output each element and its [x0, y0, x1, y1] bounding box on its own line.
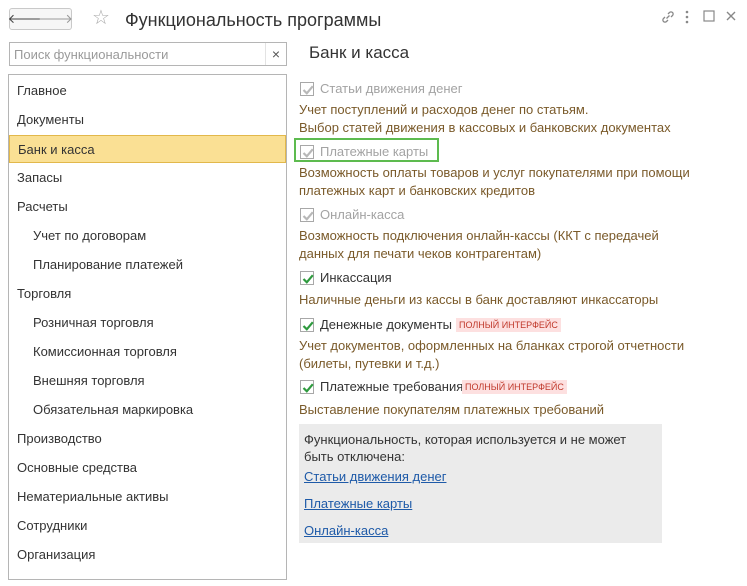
sidebar-item-label: Главное: [17, 83, 67, 98]
clear-search-button[interactable]: ×: [265, 43, 286, 65]
full-interface-badge: ПОЛНЫЙ ИНТЕРФЕЙС: [456, 318, 561, 332]
sidebar-item-label: Банк и касса: [18, 142, 95, 157]
maximize-icon[interactable]: [702, 9, 716, 28]
more-vertical-icon[interactable]: [684, 9, 690, 30]
sidebar-item[interactable]: Банк и касса: [9, 135, 286, 163]
sidebar-item-label: Нематериальные активы: [17, 489, 169, 504]
info-link-platezhnye-karty[interactable]: Платежные карты: [304, 495, 412, 513]
checkmark-icon: [302, 85, 314, 95]
sidebar-item[interactable]: Главное: [9, 77, 286, 105]
sidebar-item[interactable]: Производство: [9, 425, 286, 453]
option-label: Платежные требования: [320, 379, 464, 394]
sidebar-item[interactable]: Комиссионная торговля: [9, 338, 286, 366]
sidebar-item-label: Основные средства: [17, 460, 137, 475]
sidebar-item-label: Запасы: [17, 170, 63, 185]
option-description: Наличные деньги из кассы в банк доставля…: [299, 292, 659, 307]
sidebar-item[interactable]: Торговля: [9, 280, 286, 308]
option-description: Выбор статей движения в кассовых и банко…: [299, 120, 671, 135]
arrow-right-icon: 🡒: [38, 11, 73, 26]
info-link-online-kassa[interactable]: Онлайн-касса: [304, 522, 388, 540]
sidebar-item[interactable]: Учет по договорам: [9, 222, 286, 250]
option-description: Возможность оплаты товаров и услуг покуп…: [299, 165, 690, 180]
option-description: (билеты, путевки и т.д.): [299, 356, 440, 371]
option-description: Учет поступлений и расходов денег по ста…: [299, 102, 589, 117]
sidebar-item[interactable]: Обязательная маркировка: [9, 396, 286, 424]
option-checkbox[interactable]: [300, 318, 314, 332]
close-icon: ×: [271, 46, 281, 62]
sidebar-item[interactable]: Нематериальные активы: [9, 483, 286, 511]
full-interface-badge: ПОЛНЫЙ ИНТЕРФЕЙС: [462, 380, 567, 394]
sidebar-item[interactable]: Планирование платежей: [9, 251, 286, 279]
info-box: Функциональность, которая используется и…: [299, 424, 662, 543]
option-description: Выставление покупателям платежных требов…: [299, 402, 605, 417]
sidebar-item-label: Обязательная маркировка: [33, 402, 194, 417]
sidebar-item[interactable]: Документы: [9, 106, 286, 134]
sidebar-item[interactable]: Организация: [9, 541, 286, 569]
link-icon[interactable]: [660, 9, 676, 30]
option-label: Онлайн-касса: [320, 207, 405, 222]
sidebar-item[interactable]: Розничная торговля: [9, 309, 286, 337]
sidebar-item[interactable]: Расчеты: [9, 193, 286, 221]
option-description: платежных карт и банковских кредитов: [299, 183, 535, 198]
checkmark-icon: [302, 211, 314, 221]
back-button[interactable]: 🡐: [8, 8, 42, 30]
option-checkbox[interactable]: [300, 380, 314, 394]
checkmark-icon: [302, 148, 314, 158]
search-input[interactable]: [14, 45, 264, 63]
sidebar-item[interactable]: Сотрудники: [9, 512, 286, 540]
info-text: Функциональность, которая используется и…: [304, 432, 627, 464]
option-checkbox[interactable]: [300, 271, 314, 285]
option-label: Денежные документы: [320, 317, 453, 332]
info-link-statii[interactable]: Статьи движения денег: [304, 468, 446, 486]
sidebar-item-label: Внешняя торговля: [33, 373, 145, 388]
option-description: Учет документов, оформленных на бланках …: [299, 338, 685, 353]
sidebar-item-label: Документы: [17, 112, 85, 127]
sidebar-item-label: Комиссионная торговля: [33, 344, 177, 359]
sidebar-item-label: Планирование платежей: [33, 257, 183, 272]
option-checkbox: [300, 82, 314, 96]
option-label: Статьи движения денег: [320, 81, 463, 96]
search-box: ×: [9, 42, 287, 66]
sidebar-item-label: Организация: [17, 547, 96, 562]
sidebar-item-label: Расчеты: [17, 199, 68, 214]
sidebar-item-label: Производство: [17, 431, 102, 446]
close-icon[interactable]: [724, 9, 738, 28]
title-bar: 🡐 🡒 ☆ Функциональность программы: [0, 0, 747, 38]
section-title: Банк и касса: [309, 43, 410, 62]
checkmark-icon: [302, 321, 314, 331]
option-label: Инкассация: [320, 270, 392, 285]
sidebar-nav: Главное Документы Банк и касса Запасы Расчет…: [8, 74, 287, 580]
window-title: Функциональность программы: [125, 10, 382, 30]
sidebar-item[interactable]: Основные средства: [9, 454, 286, 482]
option-label: Платежные карты: [320, 144, 429, 159]
sidebar-item-label: Торговля: [17, 286, 72, 301]
sidebar-item-label: Розничная торговля: [33, 315, 154, 330]
option-description: данных для печати чеков контрагентам): [299, 246, 542, 261]
sidebar-item-label: Учет по договорам: [33, 228, 147, 243]
sidebar-item-label: Сотрудники: [17, 518, 88, 533]
option-checkbox: [300, 145, 314, 159]
option-description: Возможность подключения онлайн-кассы (КК…: [299, 228, 659, 243]
checkmark-icon: [302, 383, 314, 393]
favorite-star-icon[interactable]: ☆: [92, 7, 110, 29]
checkmark-icon: [302, 274, 314, 284]
forward-button[interactable]: 🡒: [38, 8, 73, 30]
option-checkbox: [300, 208, 314, 222]
sidebar-item[interactable]: Внешняя торговля: [9, 367, 286, 395]
sidebar-item[interactable]: Запасы: [9, 164, 286, 192]
